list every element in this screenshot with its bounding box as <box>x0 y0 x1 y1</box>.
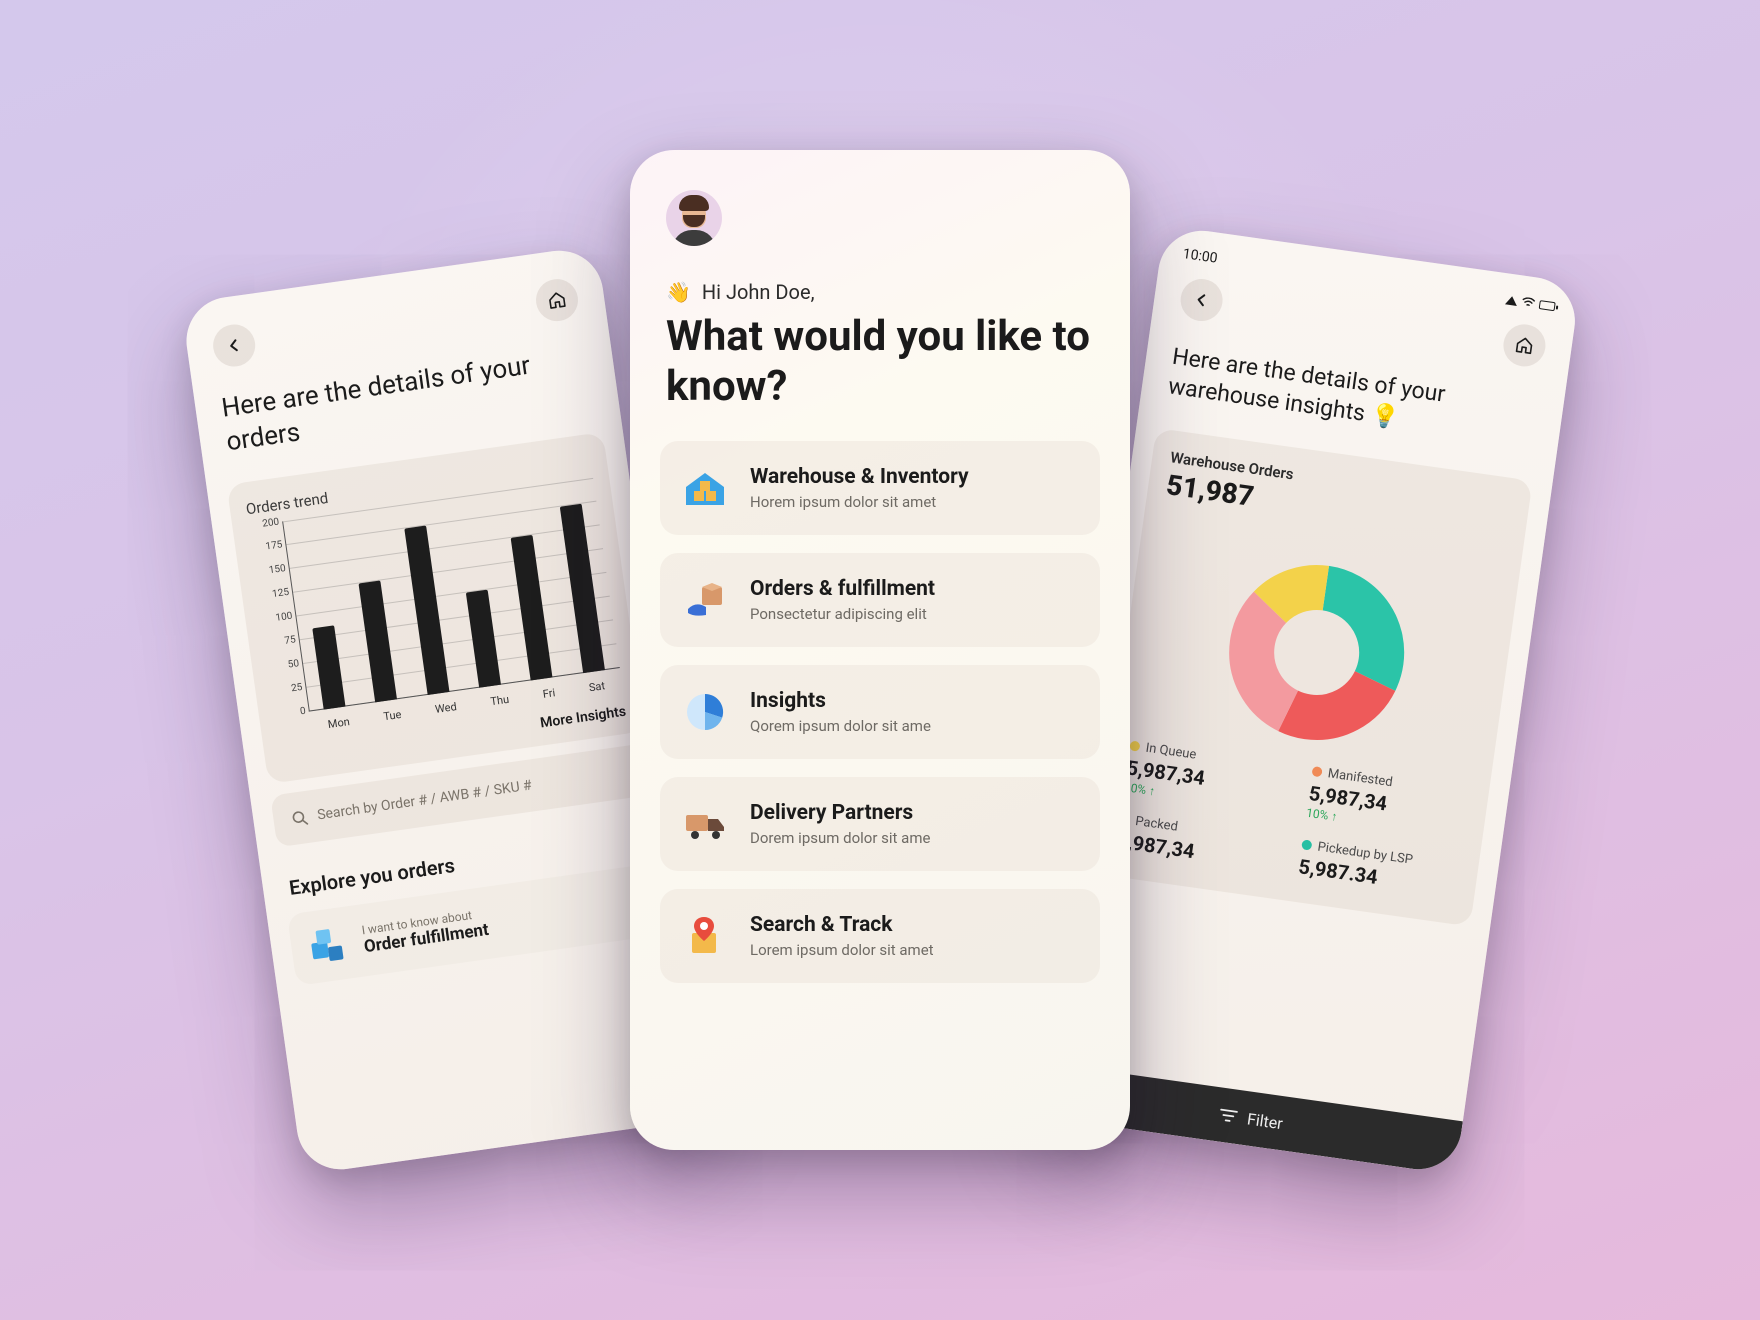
card-delivery-partners[interactable]: Delivery Partners Dorem ipsum dolor sit … <box>660 777 1100 871</box>
back-button[interactable] <box>1178 276 1225 323</box>
card-title: Insights <box>750 689 931 713</box>
card-subtitle: Qorem ipsum dolor sit ame <box>750 717 931 735</box>
card-title: Orders & fulfillment <box>750 577 935 601</box>
bar-fri <box>511 534 553 680</box>
fulfillment-icon <box>682 577 728 623</box>
card-title: Delivery Partners <box>750 801 930 825</box>
greeting: 👋 Hi John Doe, <box>666 280 1094 304</box>
back-button[interactable] <box>210 322 257 369</box>
home-button[interactable] <box>1501 322 1548 369</box>
home-icon <box>1514 335 1534 355</box>
home-icon <box>547 290 567 310</box>
card-subtitle: Ponsectetur adipiscing elit <box>750 605 935 623</box>
headline: What would you like to know? <box>666 312 1094 411</box>
search-icon <box>290 809 308 827</box>
orders-trend-chart: 0255075100125150175200 MonTueWedThuFriSa… <box>248 477 623 743</box>
bar-mon <box>312 625 345 709</box>
card-warehouse-inventory[interactable]: Warehouse & Inventory Horem ipsum dolor … <box>660 441 1100 535</box>
warehouse-orders-card: Warehouse Orders 51,987 In Queue5,987,34… <box>1094 428 1533 927</box>
chevron-left-icon <box>225 336 243 354</box>
battery-icon <box>1539 300 1556 311</box>
donut-svg <box>1198 534 1435 771</box>
card-title: Search & Track <box>750 913 934 937</box>
bar-tue <box>359 580 397 702</box>
card-search-track[interactable]: Search & Track Lorem ipsum dolor sit ame… <box>660 889 1100 983</box>
orders-trend-panel: Orders trend 0255075100125150175200 MonT… <box>226 432 644 784</box>
card-orders-fulfillment[interactable]: Orders & fulfillment Ponsectetur adipisc… <box>660 553 1100 647</box>
filter-icon <box>1219 1108 1239 1124</box>
boxes-icon <box>305 922 350 967</box>
stat-2: Packed5,987,34 <box>1115 812 1279 875</box>
card-subtitle: Horem ipsum dolor sit amet <box>750 493 969 511</box>
stat-3: Pickedup by LSP5,987.34 <box>1297 837 1461 900</box>
card-insights[interactable]: Insights Qorem ipsum dolor sit ame <box>660 665 1100 759</box>
chart-bars <box>282 477 620 711</box>
home-screen: 👋 Hi John Doe, What would you like to kn… <box>630 150 1130 1150</box>
pie-chart-icon <box>682 689 728 735</box>
warehouse-donut-chart <box>1132 524 1502 780</box>
track-icon <box>682 913 728 959</box>
truck-icon <box>682 801 728 847</box>
wifi-icon <box>1521 297 1536 309</box>
signal-icon <box>1505 295 1518 306</box>
chevron-left-icon <box>1193 291 1211 309</box>
wave-icon: 👋 <box>666 280 691 304</box>
card-title: Warehouse & Inventory <box>750 465 969 489</box>
card-subtitle: Dorem ipsum dolor sit ame <box>750 829 930 847</box>
bar-sat <box>560 503 605 672</box>
card-subtitle: Lorem ipsum dolor sit amet <box>750 941 934 959</box>
search-placeholder: Search by Order # / AWB # / SKU # <box>316 777 532 823</box>
home-button[interactable] <box>533 276 580 323</box>
bar-thu <box>466 589 501 687</box>
avatar[interactable] <box>666 190 722 246</box>
bar-wed <box>404 525 449 694</box>
warehouse-icon <box>682 465 728 511</box>
